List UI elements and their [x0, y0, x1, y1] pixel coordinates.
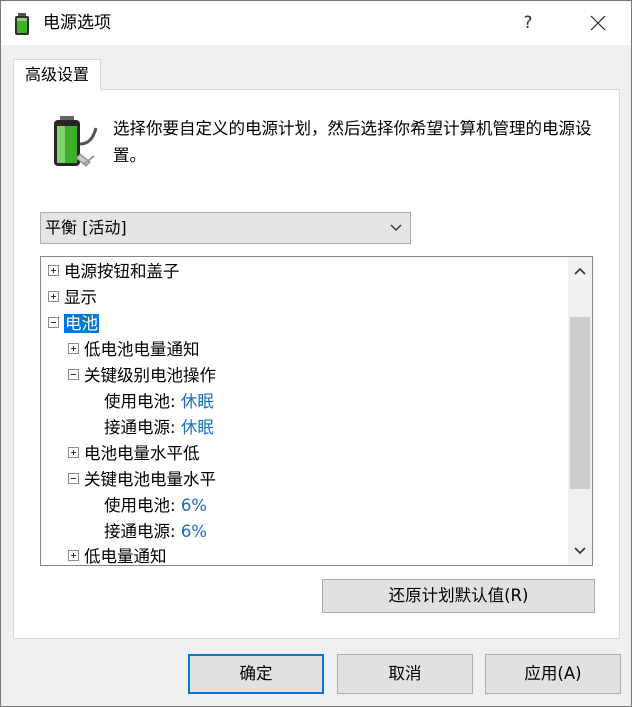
expand-icon[interactable]: [68, 447, 79, 458]
setting-value[interactable]: 6%: [181, 522, 207, 541]
tree-item-low-battery-level[interactable]: 电池电量水平低: [68, 441, 200, 467]
tree-item-display[interactable]: 显示: [48, 285, 97, 311]
vertical-scrollbar[interactable]: [568, 257, 592, 565]
tree-item-plugged-in-level[interactable]: 接通电源: 6%: [104, 519, 207, 545]
title-bar: 电源选项 ?: [1, 1, 631, 45]
description-text: 选择你要自定义的电源计划，然后选择你希望计算机管理的电源设置。: [113, 119, 592, 165]
chevron-down-icon: [574, 547, 586, 555]
scroll-down-button[interactable]: [568, 537, 592, 565]
battery-app-icon: [15, 13, 29, 35]
collapse-icon[interactable]: [68, 473, 79, 484]
battery-plug-icon: [54, 116, 98, 167]
expand-icon[interactable]: [68, 550, 79, 561]
tree-item-low-battery-notification[interactable]: 低电池电量通知: [68, 337, 200, 363]
scroll-up-button[interactable]: [568, 257, 592, 285]
expand-icon[interactable]: [48, 265, 59, 276]
expand-icon[interactable]: [48, 291, 59, 302]
help-button[interactable]: ?: [506, 1, 550, 45]
tree-item-on-battery-action[interactable]: 使用电池: 休眠: [104, 389, 214, 415]
power-options-dialog: 电源选项 ? 高级设置 选择你要自定义的电源计划，然后选择你希望计算机管理的电源…: [0, 0, 632, 707]
chevron-up-icon: [574, 267, 586, 275]
chevron-down-icon: [390, 224, 402, 231]
tree-item-battery[interactable]: 电池: [48, 311, 99, 337]
close-button[interactable]: [575, 1, 621, 45]
expand-icon[interactable]: [68, 343, 79, 354]
tree-item-critical-battery-level[interactable]: 关键电池电量水平: [68, 467, 216, 493]
apply-button[interactable]: 应用(A): [485, 654, 621, 694]
close-icon: [590, 15, 606, 31]
setting-value[interactable]: 休眠: [181, 418, 214, 437]
setting-value[interactable]: 休眠: [181, 392, 214, 411]
collapse-icon[interactable]: [68, 369, 79, 380]
ok-button[interactable]: 确定: [188, 654, 324, 694]
settings-tree[interactable]: 电源按钮和盖子 显示 电池 低电池电量通知 关键级别电池操作 使用电池: 休眠 …: [40, 256, 593, 566]
tree-item-low-level-notification[interactable]: 低电量通知: [68, 544, 167, 565]
tree-item-critical-battery-action[interactable]: 关键级别电池操作: [68, 363, 216, 389]
power-plan-value: 平衡 [活动]: [45, 218, 127, 237]
window-title: 电源选项: [43, 13, 111, 33]
power-plan-select[interactable]: 平衡 [活动]: [40, 212, 411, 244]
tree-item-plugged-in-action[interactable]: 接通电源: 休眠: [104, 415, 214, 441]
cancel-button[interactable]: 取消: [337, 654, 473, 694]
tab-advanced-settings[interactable]: 高级设置: [13, 59, 101, 90]
setting-value[interactable]: 6%: [181, 496, 207, 515]
tree-item-power-buttons-lid[interactable]: 电源按钮和盖子: [48, 259, 180, 285]
collapse-icon[interactable]: [48, 317, 59, 328]
advanced-settings-panel: 选择你要自定义的电源计划，然后选择你希望计算机管理的电源设置。 平衡 [活动] …: [13, 89, 620, 639]
restore-defaults-button[interactable]: 还原计划默认值(R): [322, 579, 595, 613]
tree-item-on-battery-level[interactable]: 使用电池: 6%: [104, 493, 207, 519]
scroll-thumb[interactable]: [570, 317, 590, 489]
